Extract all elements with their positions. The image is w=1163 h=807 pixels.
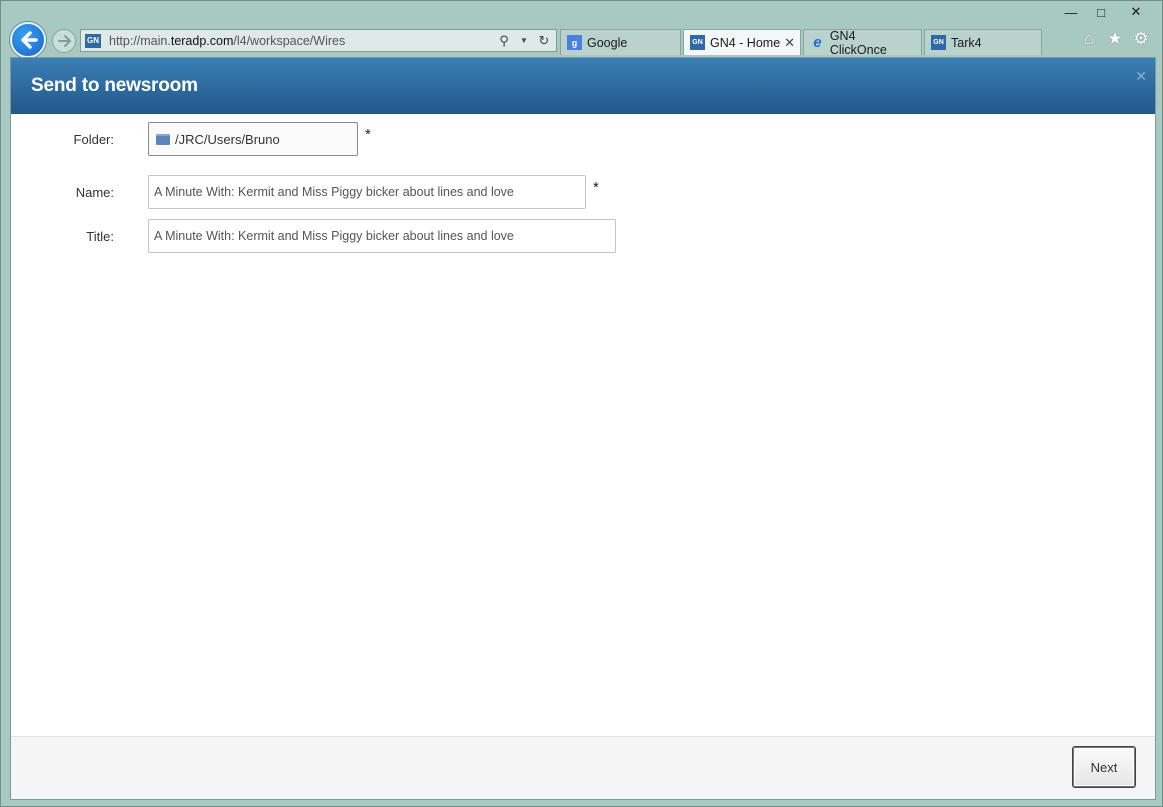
folder-picker[interactable]: /JRC/Users/Bruno xyxy=(148,122,358,156)
name-row: Name: * xyxy=(11,175,599,209)
dialog-footer: Next xyxy=(11,736,1155,799)
gn4-icon: GN xyxy=(690,35,705,50)
gn4-icon: GN xyxy=(931,35,946,50)
dialog-title: Send to newsroom xyxy=(31,75,198,96)
close-window-button[interactable]: ✕ xyxy=(1116,1,1156,23)
forward-button[interactable] xyxy=(52,29,76,53)
dialog-header: Send to newsroom ✕ xyxy=(11,58,1155,114)
folder-row: Folder: /JRC/Users/Bruno * xyxy=(11,122,371,156)
tab-label: GN4 - Home xyxy=(710,35,781,50)
folder-icon xyxy=(156,133,170,145)
chevron-down-icon[interactable]: ▼ xyxy=(516,33,532,49)
tab-google[interactable]: g Google xyxy=(560,29,681,55)
google-icon: g xyxy=(567,35,582,50)
address-bar[interactable]: GN http://main.teradp.com/l4/workspace/W… xyxy=(80,29,557,52)
internet-explorer-icon: e xyxy=(813,34,822,51)
maximize-button[interactable]: □ xyxy=(1086,1,1116,23)
tab-label: Google xyxy=(587,35,628,50)
home-icon[interactable]: ⌂ xyxy=(1080,29,1098,48)
search-icon[interactable]: ⚲ xyxy=(496,33,512,49)
folder-path: /JRC/Users/Bruno xyxy=(175,131,280,147)
required-marker: * xyxy=(593,178,599,196)
name-label: Name: xyxy=(75,184,114,200)
folder-label: Folder: xyxy=(73,131,114,147)
send-to-newsroom-dialog: Send to newsroom ✕ Folder: /JRC/Users/Br… xyxy=(10,57,1156,800)
refresh-icon[interactable]: ↻ xyxy=(536,33,552,49)
browser-toolbar: ⌂ ★ ⚙ xyxy=(1080,29,1150,48)
tab-gn4-home[interactable]: GN GN4 - Home ✕ xyxy=(683,29,801,55)
arrow-right-icon xyxy=(58,35,72,47)
back-button[interactable] xyxy=(10,22,46,58)
title-row: Title: xyxy=(11,219,616,253)
browser-window: — □ ✕ GN http://main.teradp.com/l4/works… xyxy=(0,0,1163,807)
title-label: Title: xyxy=(86,228,114,244)
name-field[interactable] xyxy=(148,175,586,209)
next-button[interactable]: Next xyxy=(1073,747,1135,787)
arrow-left-icon xyxy=(21,31,38,49)
star-icon[interactable]: ★ xyxy=(1106,29,1124,48)
gear-icon[interactable]: ⚙ xyxy=(1132,29,1150,48)
close-tab-icon[interactable]: ✕ xyxy=(784,35,795,51)
minimize-button[interactable]: — xyxy=(1056,1,1086,23)
close-icon[interactable]: ✕ xyxy=(1135,68,1147,85)
window-caption-buttons: — □ ✕ xyxy=(1056,1,1156,23)
url-text[interactable]: http://main.teradp.com/l4/workspace/Wire… xyxy=(109,34,496,48)
tab-strip: g Google GN GN4 - Home ✕ e GN4 ClickOnce… xyxy=(560,28,1044,57)
tab-label: GN4 ClickOnce xyxy=(829,28,887,57)
tab-label: Tark4 xyxy=(951,35,982,50)
title-field[interactable] xyxy=(148,219,616,253)
site-favicon-icon: GN xyxy=(85,33,101,48)
tab-tark4[interactable]: GN Tark4 xyxy=(924,29,1042,55)
required-marker: * xyxy=(365,125,371,143)
tab-gn4-clickonce[interactable]: e GN4 ClickOnce xyxy=(803,28,922,57)
